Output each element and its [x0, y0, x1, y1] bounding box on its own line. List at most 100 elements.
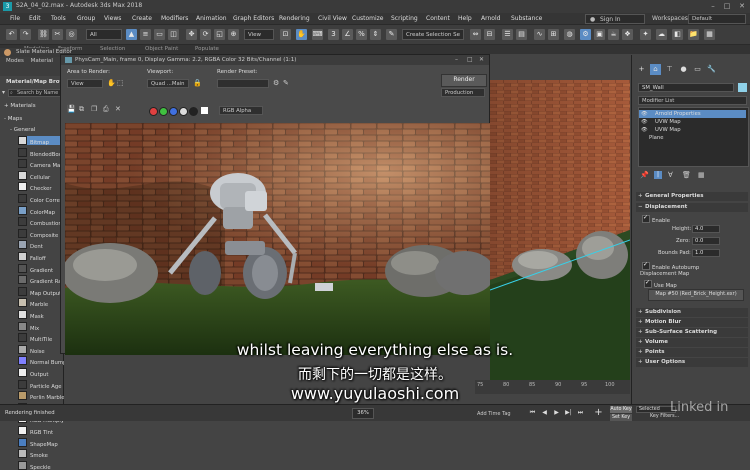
green-channel-toggle[interactable]	[159, 107, 168, 116]
menu-substance[interactable]: Substance	[511, 15, 542, 22]
keyboard-shortcut-icon[interactable]: ⌨	[312, 29, 323, 40]
blue-channel-toggle[interactable]	[169, 107, 178, 116]
reference-coord-select[interactable]: View	[244, 29, 274, 40]
perspective-viewport[interactable]	[490, 80, 630, 380]
alpha-channel-toggle[interactable]	[179, 107, 188, 116]
height-spinner[interactable]: 4.0	[692, 225, 720, 233]
map-list-item[interactable]: RGB Tint	[18, 426, 64, 435]
menu-edit[interactable]: Edit	[29, 15, 41, 22]
placement-icon[interactable]: ⊕	[228, 29, 239, 40]
auto-key-button[interactable]: Auto Key	[610, 406, 632, 413]
select-by-name-icon[interactable]: ≡	[140, 29, 151, 40]
make-unique-icon[interactable]: ∀	[668, 171, 673, 179]
menu-group[interactable]: Group	[77, 15, 95, 22]
render-preset-select[interactable]	[217, 79, 269, 88]
render-production-icon[interactable]: ☕	[608, 29, 619, 40]
a360-icon[interactable]: ☁	[656, 29, 667, 40]
workspace-select[interactable]: Default	[688, 14, 746, 24]
autobump-check-icon[interactable]	[642, 261, 650, 270]
redo-icon[interactable]: ↷	[20, 29, 31, 40]
bounds-pad-spinner[interactable]: 1.0	[692, 249, 720, 257]
remove-modifier-icon[interactable]: 🗑	[682, 171, 691, 179]
menu-views[interactable]: Views	[104, 15, 121, 22]
rollout-general-properties[interactable]: General Properties	[636, 192, 748, 201]
red-channel-toggle[interactable]	[149, 107, 158, 116]
hierarchy-tab-icon[interactable]: ⊤	[664, 64, 675, 75]
render-setup-icon[interactable]: ⚙	[580, 29, 591, 40]
ribbon-tab-populate[interactable]: Populate	[195, 46, 219, 52]
render-window-maximize-icon[interactable]: □	[467, 55, 473, 65]
mirror-icon[interactable]: ⇔	[470, 29, 481, 40]
rotate-icon[interactable]: ⟳	[200, 29, 211, 40]
use-map-check-icon[interactable]	[644, 279, 652, 288]
rendered-image[interactable]	[65, 123, 490, 355]
move-icon[interactable]: ✥	[186, 29, 197, 40]
menu-content[interactable]: Content	[426, 15, 450, 22]
configure-sets-icon[interactable]: ▦	[698, 171, 705, 179]
auto-region-icon[interactable]: ⬚	[117, 79, 124, 87]
rollout-sss[interactable]: Sub-Surface Scattering	[636, 328, 748, 337]
map-list-item[interactable]: Speckle	[18, 460, 64, 470]
map-list-item[interactable]: BlendedBoxM	[18, 147, 64, 157]
swatch-icon[interactable]	[201, 107, 208, 114]
ribbon-tab-selection[interactable]: Selection	[100, 46, 125, 52]
scale-icon[interactable]: ◱	[214, 29, 225, 40]
displacement-map-button[interactable]: Map #50 (Red_Brick_Height.exr)	[648, 289, 744, 301]
slate-menu-modes[interactable]: Modes	[6, 58, 24, 64]
map-list-item[interactable]: Camera Map	[18, 159, 64, 169]
browser-search-input[interactable]: ⌕ Search by Name	[8, 89, 63, 97]
enable-checkbox[interactable]: Enable	[642, 214, 670, 224]
display-channel-select[interactable]: RGB Alpha	[219, 106, 263, 115]
pivot-center-icon[interactable]: ⊡	[280, 29, 291, 40]
edit-region-icon[interactable]: ✋	[107, 79, 116, 87]
menu-graph-editors[interactable]: Graph Editors	[233, 15, 274, 22]
go-to-start-icon[interactable]: ⏮	[528, 408, 537, 417]
map-list-item[interactable]: Combustion	[18, 217, 64, 227]
angle-snap-icon[interactable]: ∠	[342, 29, 353, 40]
utilities-tab-icon[interactable]: 🔧	[706, 64, 717, 75]
zoom-field[interactable]: 36%	[352, 408, 374, 419]
toggle-ribbon-icon[interactable]: ▤	[516, 29, 527, 40]
map-list-item[interactable]: Cellular	[18, 170, 64, 180]
map-list-item[interactable]: Bitmap	[18, 136, 64, 145]
lock-viewport-icon[interactable]: 🔒	[193, 79, 202, 87]
map-list-item[interactable]: Dent	[18, 240, 64, 250]
sign-in-button[interactable]: ● Sign In	[585, 14, 645, 24]
set-key-button[interactable]: Set Key	[610, 414, 632, 421]
snaps-toggle-icon[interactable]: 3	[328, 29, 339, 40]
clear-image-icon[interactable]: ✕	[115, 105, 121, 113]
percent-snap-icon[interactable]: %	[356, 29, 367, 40]
rollout-displacement[interactable]: Displacement	[636, 203, 748, 212]
render-active-shade-icon[interactable]: ✦	[640, 29, 651, 40]
mono-channel-toggle[interactable]	[189, 107, 198, 116]
open-explorer-icon[interactable]: 📁	[688, 29, 699, 40]
object-name-field[interactable]: SM_Wall	[638, 83, 734, 92]
map-list-item[interactable]: Composite	[18, 228, 64, 238]
modify-tab-icon[interactable]: ⌂	[650, 64, 661, 75]
edit-named-selection-icon[interactable]: ✎	[386, 29, 397, 40]
pin-stack-icon[interactable]: 📌	[640, 171, 649, 179]
render-window-minimize-icon[interactable]: –	[455, 55, 458, 65]
selection-filter-select[interactable]: All	[86, 29, 122, 40]
window-crossing-icon[interactable]: ◫	[168, 29, 179, 40]
close-icon[interactable]: ✕	[737, 2, 747, 11]
menu-customize[interactable]: Customize	[352, 15, 384, 22]
motion-tab-icon[interactable]: ●	[678, 64, 689, 75]
set-key-plus-icon[interactable]: +	[594, 408, 603, 418]
link-icon[interactable]: ⛓	[38, 29, 49, 40]
clone-window-icon[interactable]: ❐	[91, 105, 97, 113]
add-time-tag-button[interactable]: Add Time Tag	[477, 411, 511, 417]
undo-icon[interactable]: ↶	[6, 29, 17, 40]
align-icon[interactable]: ⊟	[484, 29, 495, 40]
map-list-item[interactable]: Mask	[18, 310, 64, 319]
rect-selection-icon[interactable]: ▭	[154, 29, 165, 40]
menu-arnold[interactable]: Arnold	[481, 15, 500, 22]
map-list-item[interactable]: Smoke	[18, 449, 64, 459]
object-color-swatch[interactable]	[738, 83, 747, 92]
zero-spinner[interactable]: 0.0	[692, 237, 720, 245]
bind-spacewarp-icon[interactable]: ◎	[66, 29, 77, 40]
maximize-icon[interactable]: □	[722, 2, 732, 11]
rendered-frame-window-icon[interactable]: ▣	[594, 29, 605, 40]
rollout-motion-blur[interactable]: Motion Blur	[636, 318, 748, 327]
map-list-item[interactable]: Mix	[18, 321, 64, 331]
